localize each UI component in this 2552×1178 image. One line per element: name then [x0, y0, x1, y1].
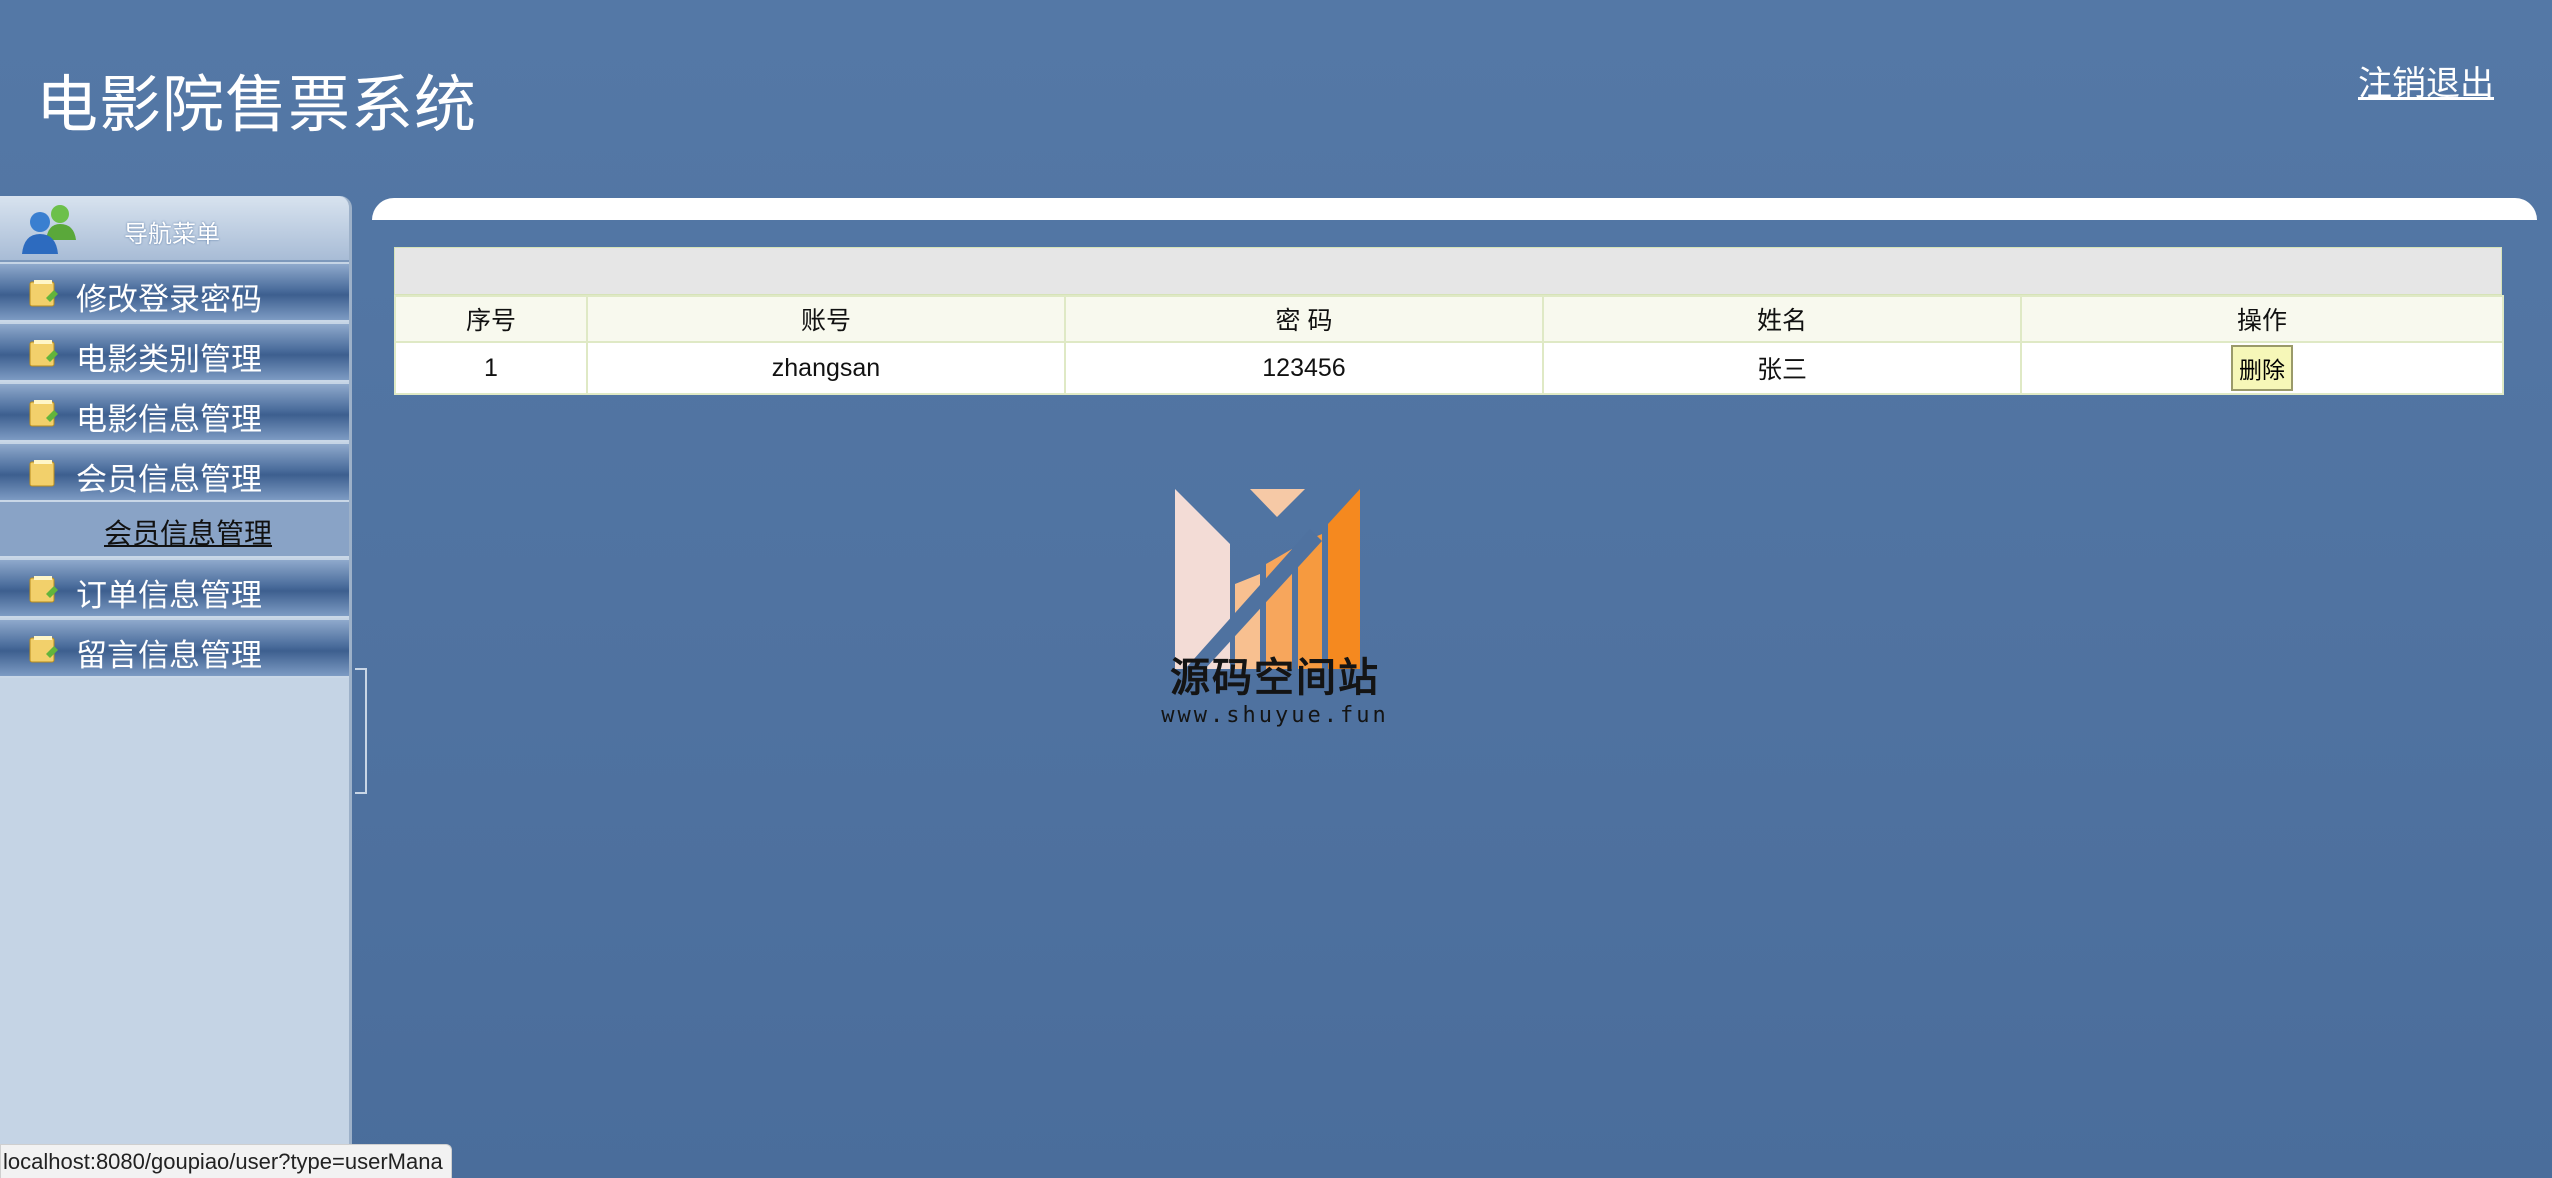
- cell-name: 张三: [1542, 341, 2022, 395]
- folder-icon: [29, 576, 58, 603]
- cell-password: 123456: [1064, 341, 1544, 395]
- sidebar-item-label: 电影信息管理: [76, 402, 262, 438]
- folder-icon: [29, 636, 58, 663]
- column-header-action: 操作: [2020, 295, 2504, 343]
- sidebar-item-message-info[interactable]: 留言信息管理: [0, 620, 349, 678]
- member-table-container: 序号 账号 密 码 姓名 操作 1 zhangsan 123456 张三 删除: [394, 247, 2504, 395]
- table-row: 1 zhangsan 123456 张三 删除: [394, 341, 2504, 395]
- sidebar-subitem-member-info: 会员信息管理: [0, 502, 349, 558]
- column-header-index: 序号: [394, 295, 588, 343]
- sidebar-item-label: 留言信息管理: [76, 638, 262, 674]
- cell-action: 删除: [2020, 341, 2504, 395]
- app-title: 电影院售票系统: [36, 68, 478, 141]
- sidebar-subitem-member-info-link[interactable]: 会员信息管理: [104, 512, 272, 552]
- sidebar-header-label: 导航菜单: [124, 220, 220, 248]
- watermark-url: www.shuyue.fun: [1161, 703, 1389, 728]
- page: 电影院售票系统 注销退出 导航菜单 修改登录密码 电影类别管理 电影信息管理 会…: [0, 0, 2552, 1178]
- watermark-name: 源码空间站: [1170, 655, 1380, 701]
- member-table: 序号 账号 密 码 姓名 操作 1 zhangsan 123456 张三 删除: [394, 295, 2504, 395]
- sidebar-item-label: 电影类别管理: [76, 342, 262, 378]
- cell-index: 1: [394, 341, 588, 395]
- content-top-bar: [372, 198, 2537, 220]
- column-header-name: 姓名: [1542, 295, 2022, 343]
- users-icon: [22, 205, 76, 254]
- sidebar-item-label: 订单信息管理: [76, 578, 262, 614]
- sidebar-item-movie-info[interactable]: 电影信息管理: [0, 384, 349, 442]
- browser-status-bar: localhost:8080/goupiao/user?type=userMan…: [0, 1144, 452, 1178]
- sidebar-item-order-info[interactable]: 订单信息管理: [0, 560, 349, 618]
- folder-icon: [29, 280, 58, 307]
- cell-account: zhangsan: [586, 341, 1066, 395]
- sidebar: 导航菜单 修改登录密码 电影类别管理 电影信息管理 会员信息管理 会员信息管理 …: [0, 196, 352, 1178]
- sidebar-item-change-password[interactable]: 修改登录密码: [0, 264, 349, 322]
- delete-button[interactable]: 删除: [2231, 345, 2293, 391]
- column-header-password: 密 码: [1064, 295, 1544, 343]
- folder-open-icon: [29, 460, 55, 487]
- sidebar-header: 导航菜单: [0, 196, 349, 262]
- sidebar-item-label: 会员信息管理: [76, 462, 262, 498]
- folder-icon: [29, 400, 58, 427]
- table-caption-bar: [394, 247, 2502, 295]
- column-header-account: 账号: [586, 295, 1066, 343]
- table-header-row: 序号 账号 密 码 姓名 操作: [394, 295, 2504, 343]
- folder-icon: [29, 340, 58, 367]
- sidebar-item-movie-category[interactable]: 电影类别管理: [0, 324, 349, 382]
- logout-link[interactable]: 注销退出: [2358, 56, 2494, 105]
- sidebar-item-label: 修改登录密码: [76, 282, 262, 318]
- sidebar-item-member-info[interactable]: 会员信息管理: [0, 444, 349, 502]
- sidebar-splitter-handle[interactable]: [355, 668, 367, 794]
